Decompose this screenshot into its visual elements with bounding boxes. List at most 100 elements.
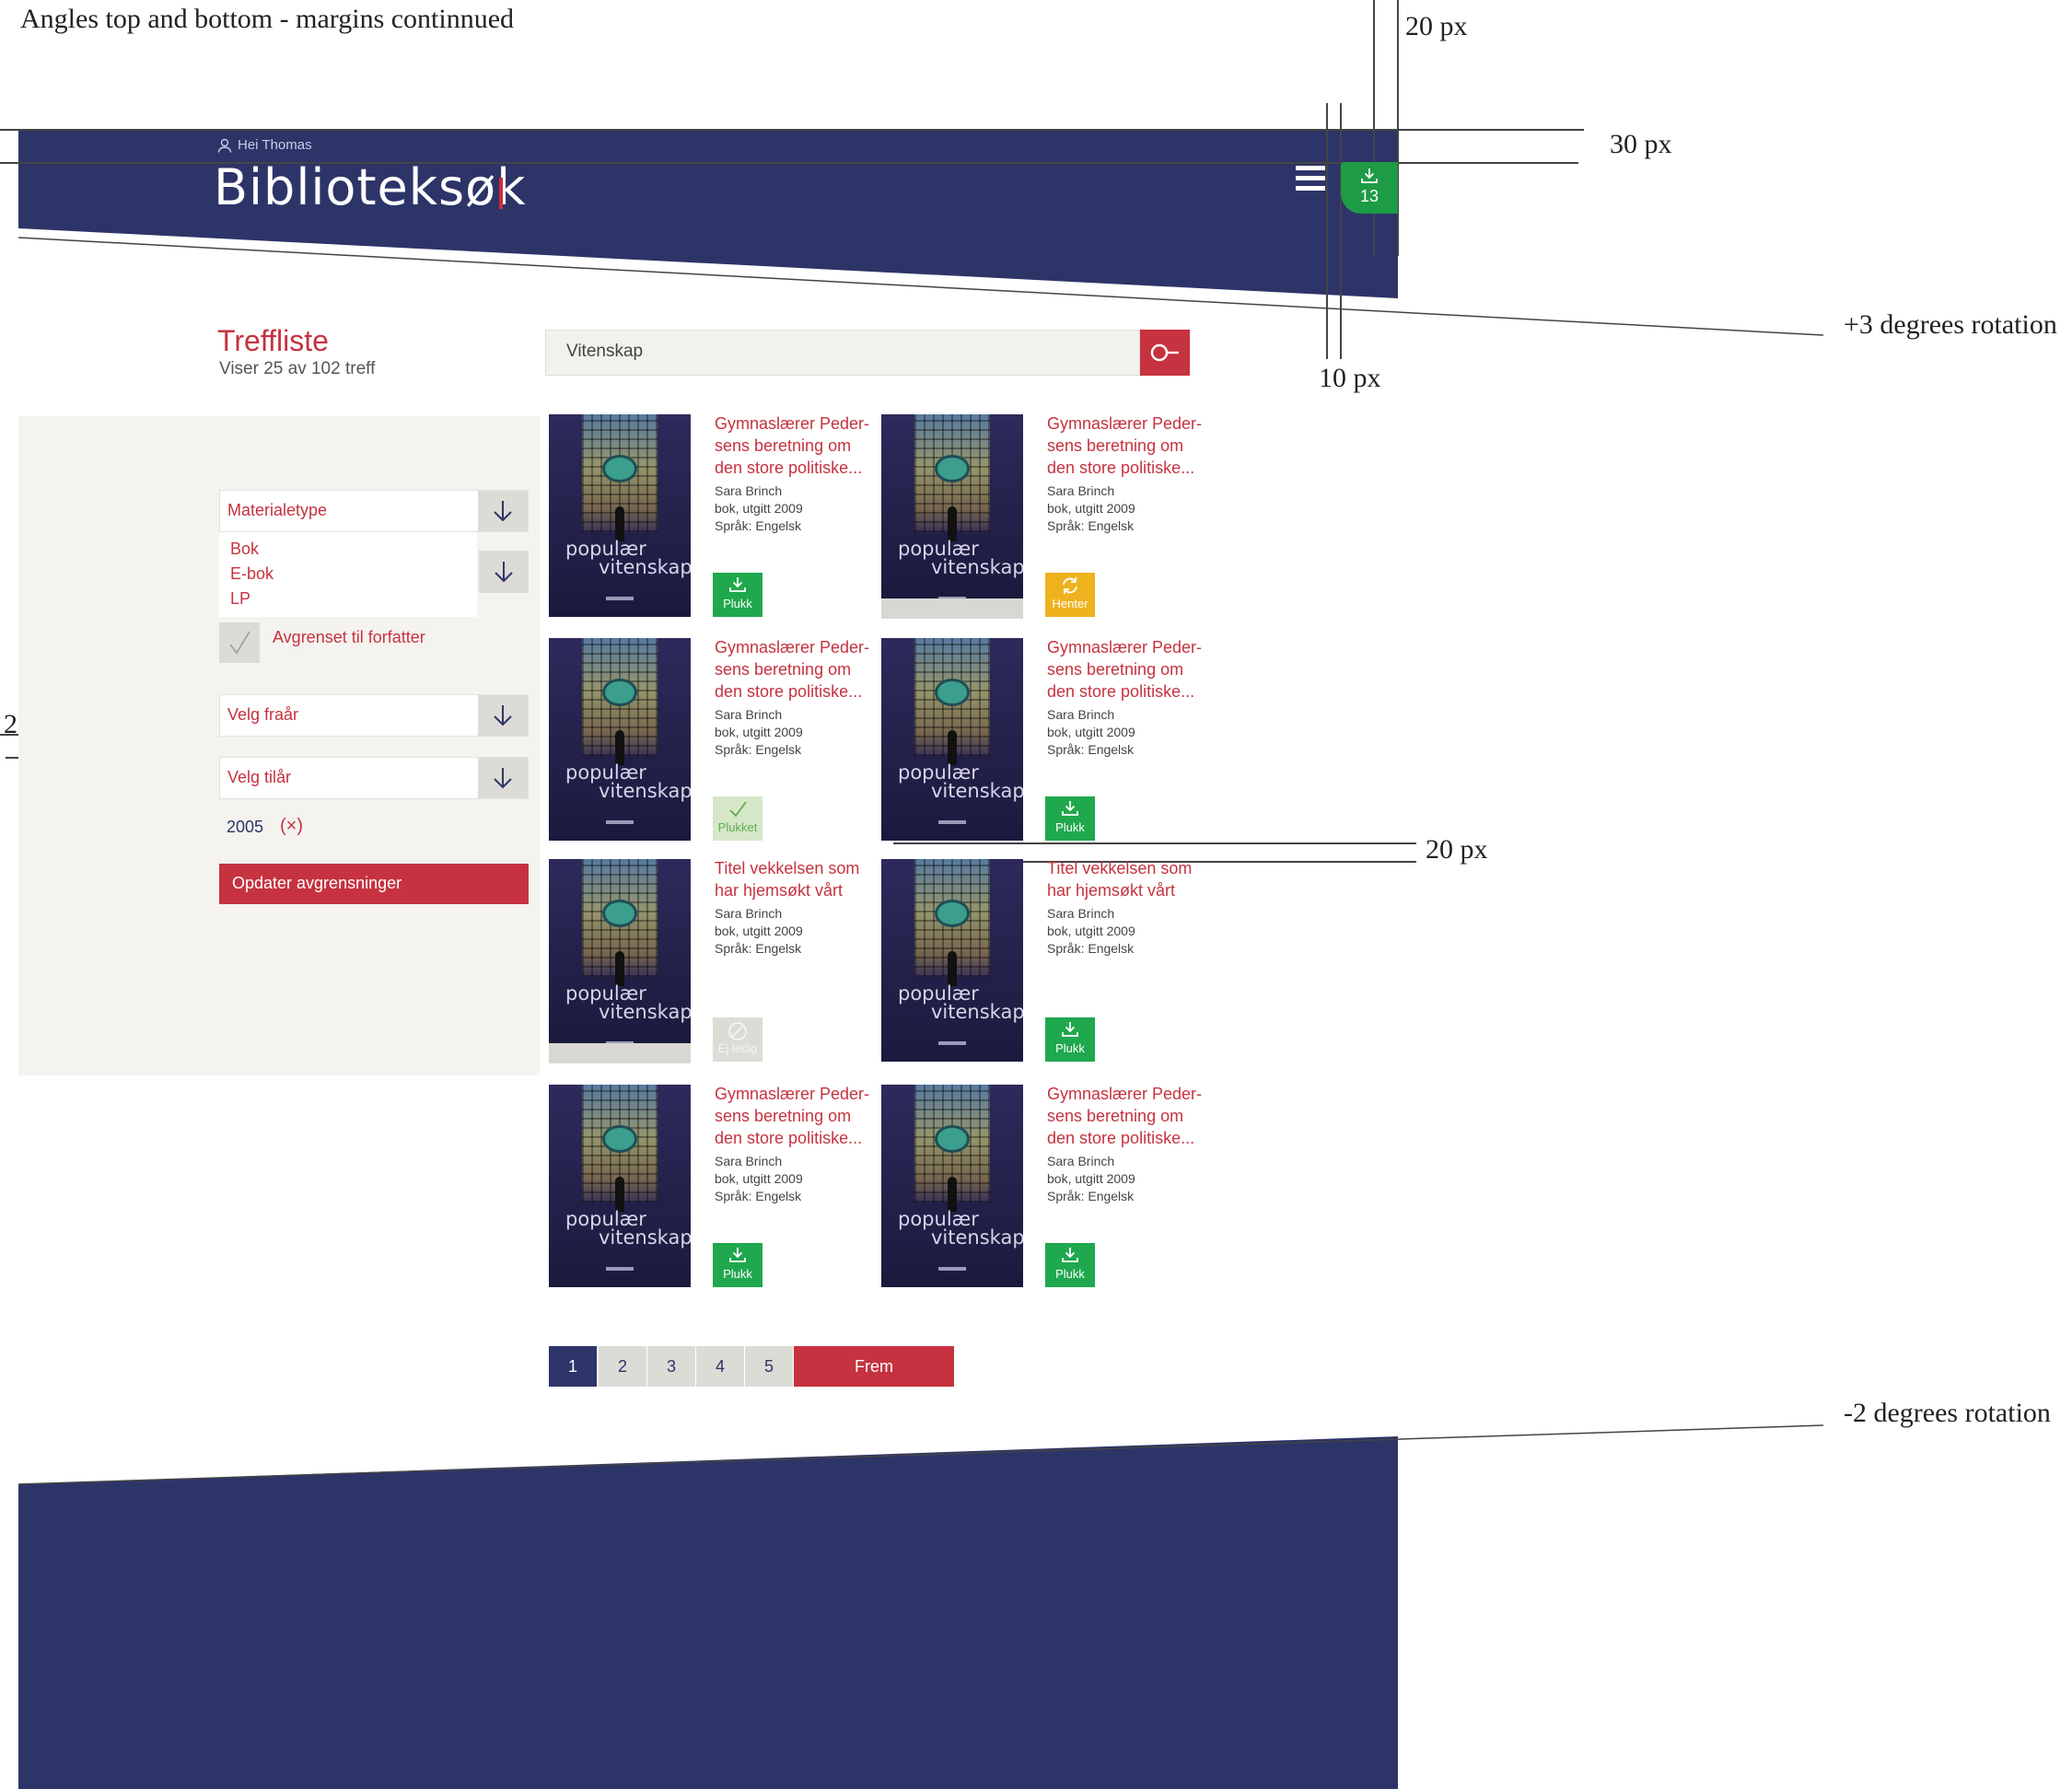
card-action-label: Plukk [723, 1267, 752, 1281]
card-title[interactable]: Gymnaslærer Peder-sens beretning om den s… [1047, 636, 1204, 703]
card-author: Sara Brinch [1047, 1154, 1115, 1168]
card-action-label: Plukk [1055, 1041, 1085, 1055]
card-title-line: den store politiske... [715, 1129, 863, 1147]
card-language: Språk: Engelsk [715, 742, 802, 757]
cover-title: vitenskap [931, 780, 1023, 802]
card-title-line: sens beretning om [1047, 1107, 1184, 1125]
year-to-select[interactable]: Velg tilår [219, 757, 529, 799]
card-title-line: Gymnaslærer Peder- [1047, 638, 1203, 656]
card-title-line: sens beretning om [715, 436, 852, 455]
card-title-line: sens beretning om [715, 1107, 852, 1125]
select-label: Velg fraår [227, 705, 299, 724]
card-action-button[interactable]: Plukk [713, 573, 762, 617]
book-cover[interactable]: populær vitenskap [881, 638, 1023, 842]
card-title[interactable]: Gymnaslærer Peder-sens beretning om den s… [1047, 412, 1204, 479]
cover-title: vitenskap [931, 1001, 1023, 1023]
card-meta: Sara Brinch bok, utgitt 2009 Språk: Engels… [1047, 482, 1204, 535]
site-logo[interactable]: Biblioteksøk [214, 158, 526, 216]
arrow-down-icon[interactable] [478, 695, 528, 736]
card-action-button[interactable]: Plukk [1045, 796, 1095, 841]
card-format: bok, utgitt 2009 [715, 725, 803, 739]
cover-title: vitenskap [599, 1226, 691, 1249]
card-title-line: Titel vekkelsen som [1047, 859, 1193, 877]
card-action-button[interactable]: Plukk [713, 1243, 762, 1287]
update-filters-button[interactable]: Opdater avgrensninger [219, 864, 529, 904]
refresh-icon [1045, 573, 1095, 597]
result-count: Viser 25 av 102 treff [219, 359, 376, 378]
card-action-button[interactable]: Ej ledig [713, 1017, 762, 1062]
cover-title: vitenskap [931, 556, 1023, 578]
annotation-gap: 20 px [1426, 834, 1488, 865]
book-cover[interactable]: populær vitenskap [549, 414, 691, 619]
card-title-line: den store politiske... [1047, 459, 1195, 477]
card-title-line: den store politiske... [1047, 682, 1195, 701]
option-lp[interactable]: LP [230, 589, 250, 609]
card-action-button[interactable]: Plukk [1045, 1243, 1095, 1287]
page-button-2[interactable]: 2 [599, 1346, 646, 1387]
card-action-button[interactable]: Henter [1045, 573, 1095, 617]
page-button-4[interactable]: 4 [696, 1346, 744, 1387]
arrow-down-icon[interactable] [479, 551, 529, 593]
hamburger-menu-icon[interactable] [1296, 166, 1325, 192]
book-cover[interactable]: populær vitenskap [549, 859, 691, 1063]
arrow-down-icon[interactable] [478, 758, 528, 798]
picklist-count: 13 [1359, 187, 1379, 205]
card-title[interactable]: Gymnaslærer Peder-sens beretning om den s… [715, 1083, 871, 1149]
card-format: bok, utgitt 2009 [715, 924, 803, 938]
arrow-down-icon[interactable] [478, 491, 528, 531]
guide-line [1326, 103, 1328, 359]
page-button-5[interactable]: 5 [745, 1346, 793, 1387]
cover-title: vitenskap [599, 1001, 691, 1023]
card-title[interactable]: Gymnaslærer Peder-sens beretning om den s… [1047, 1083, 1204, 1149]
user-icon [217, 138, 232, 153]
card-author: Sara Brinch [715, 483, 783, 498]
user-name: Hei Thomas [238, 137, 312, 153]
search-input[interactable]: Vitenskap [545, 330, 1140, 376]
year-from-select[interactable]: Velg fraår [219, 694, 529, 737]
select-label: Velg tilår [227, 768, 292, 786]
logo-cursor [499, 178, 503, 209]
card-action-label: Plukk [1055, 820, 1085, 834]
page-button-3[interactable]: 3 [647, 1346, 695, 1387]
card-meta: Sara Brinch bok, utgitt 2009 Språk: Engels… [1047, 905, 1204, 958]
book-cover[interactable]: populær vitenskap [881, 1085, 1023, 1289]
card-title-line: den store politiske... [1047, 1129, 1195, 1147]
material-type-select[interactable]: Materialetype [219, 490, 529, 532]
material-type-options: Bok E-bok LP [219, 532, 477, 617]
card-meta: Sara Brinch bok, utgitt 2009 Språk: Engels… [1047, 706, 1204, 759]
card-language: Språk: Engelsk [715, 518, 802, 533]
card-format: bok, utgitt 2009 [715, 501, 803, 516]
option-ebook[interactable]: E-bok [230, 564, 274, 584]
next-page-button[interactable]: Frem [794, 1346, 954, 1387]
card-action-button[interactable]: Plukk [1045, 1017, 1095, 1062]
book-cover[interactable]: populær vitenskap [881, 414, 1023, 619]
card-title-line: den store politiske... [715, 682, 863, 701]
card-title[interactable]: Titel vekkelsen som har hjemsøkt vårt [715, 857, 871, 901]
card-language: Språk: Engelsk [1047, 941, 1135, 956]
card-meta: Sara Brinch bok, utgitt 2009 Språk: Engels… [715, 1153, 871, 1205]
select-label: Materialetype [227, 501, 328, 519]
book-cover[interactable]: populær vitenskap [549, 1085, 691, 1289]
page-button-1[interactable]: 1 [549, 1346, 597, 1387]
card-action-label: Ej ledig [717, 1041, 758, 1055]
remove-year-button[interactable]: (×) [280, 816, 303, 837]
card-action-button[interactable]: Plukket [713, 796, 762, 841]
card-title-line: Gymnaslærer Peder- [715, 414, 870, 433]
card-action-label: Plukket [717, 820, 758, 834]
picklist-badge[interactable]: 13 [1341, 162, 1398, 214]
selected-year: 2005 [227, 818, 264, 836]
card-title[interactable]: Titel vekkelsen som har hjemsøkt vårt [1047, 857, 1204, 901]
card-language: Språk: Engelsk [1047, 742, 1135, 757]
card-title[interactable]: Gymnaslærer Peder-sens beretning om den s… [715, 636, 871, 703]
author-checkbox-label: Avgrenset til forfatter [273, 628, 425, 646]
search-button[interactable] [1140, 330, 1190, 376]
card-title[interactable]: Gymnaslærer Peder-sens beretning om den s… [715, 412, 871, 479]
annotation-gap: 10 px [1319, 363, 1381, 393]
download-icon [1045, 1243, 1095, 1267]
option-book[interactable]: Bok [230, 540, 259, 559]
book-cover[interactable]: populær vitenskap [881, 859, 1023, 1063]
author-checkbox[interactable] [219, 622, 260, 663]
user-greeting[interactable]: Hei Thomas [217, 137, 312, 153]
book-cover[interactable]: populær vitenskap [549, 638, 691, 842]
card-language: Språk: Engelsk [715, 1189, 802, 1203]
